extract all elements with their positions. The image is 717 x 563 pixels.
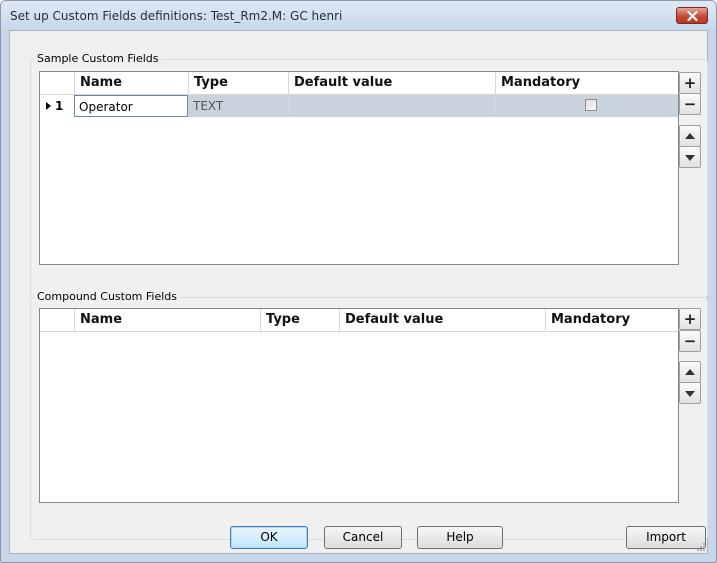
cell-type[interactable]: TEXT [188,95,288,117]
window-title: Set up Custom Fields definitions: Test_R… [10,9,343,23]
compound-fields-grid[interactable]: Name Type Default value Mandatory [39,308,679,503]
column-header-type[interactable]: Type [188,72,288,94]
column-header-name[interactable]: Name [74,309,260,331]
sample-fields-grid[interactable]: Name Type Default value Mandatory 1 Oper… [39,71,679,265]
dialog-window: Set up Custom Fields definitions: Test_R… [0,0,717,563]
help-button[interactable]: Help [417,526,503,549]
import-button[interactable]: Import [626,526,706,549]
arrow-up-icon [685,369,695,375]
add-sample-field-button[interactable]: + [679,72,701,94]
minus-icon: − [683,332,697,350]
resize-grip-icon[interactable] [696,542,706,552]
table-row[interactable]: 1 Operator TEXT [40,95,678,117]
cell-name[interactable]: Operator [74,95,188,117]
arrow-up-icon [685,133,695,139]
ok-button[interactable]: OK [230,526,308,549]
arrow-down-icon [685,155,695,161]
sample-fields-header: Name Type Default value Mandatory [40,72,678,95]
row-header-corner [40,309,74,331]
close-icon [687,11,698,21]
mandatory-checkbox[interactable] [585,99,597,111]
arrow-down-icon [685,391,695,397]
minus-icon: − [683,95,697,113]
remove-sample-field-button[interactable]: − [679,93,701,115]
close-button[interactable] [676,7,708,24]
title-bar[interactable]: Set up Custom Fields definitions: Test_R… [1,1,716,30]
column-header-name[interactable]: Name [74,72,188,94]
column-header-default-value[interactable]: Default value [288,72,495,94]
move-down-sample-field-button[interactable] [679,146,701,168]
compound-fields-group-label: Compound Custom Fields [35,290,180,303]
column-header-mandatory[interactable]: Mandatory [495,72,678,94]
row-header-corner [40,72,74,94]
dialog-client-area: Sample Custom Fields Name Type Default v… [9,30,708,554]
column-header-mandatory[interactable]: Mandatory [545,309,678,331]
column-header-type[interactable]: Type [260,309,339,331]
move-up-sample-field-button[interactable] [679,125,701,147]
column-header-default-value[interactable]: Default value [339,309,545,331]
cell-default-value[interactable] [288,95,495,117]
move-down-compound-field-button[interactable] [679,382,701,404]
plus-icon: + [683,310,697,328]
current-row-arrow-icon [46,102,51,110]
add-compound-field-button[interactable]: + [679,308,701,330]
cancel-button[interactable]: Cancel [324,526,402,549]
plus-icon: + [683,74,697,92]
cell-mandatory[interactable] [495,95,678,117]
sample-fields-group-label: Sample Custom Fields [35,52,161,65]
row-number: 1 [55,99,64,113]
remove-compound-field-button[interactable]: − [679,330,701,352]
row-header[interactable]: 1 [40,95,73,117]
compound-fields-header: Name Type Default value Mandatory [40,309,678,332]
move-up-compound-field-button[interactable] [679,361,701,383]
